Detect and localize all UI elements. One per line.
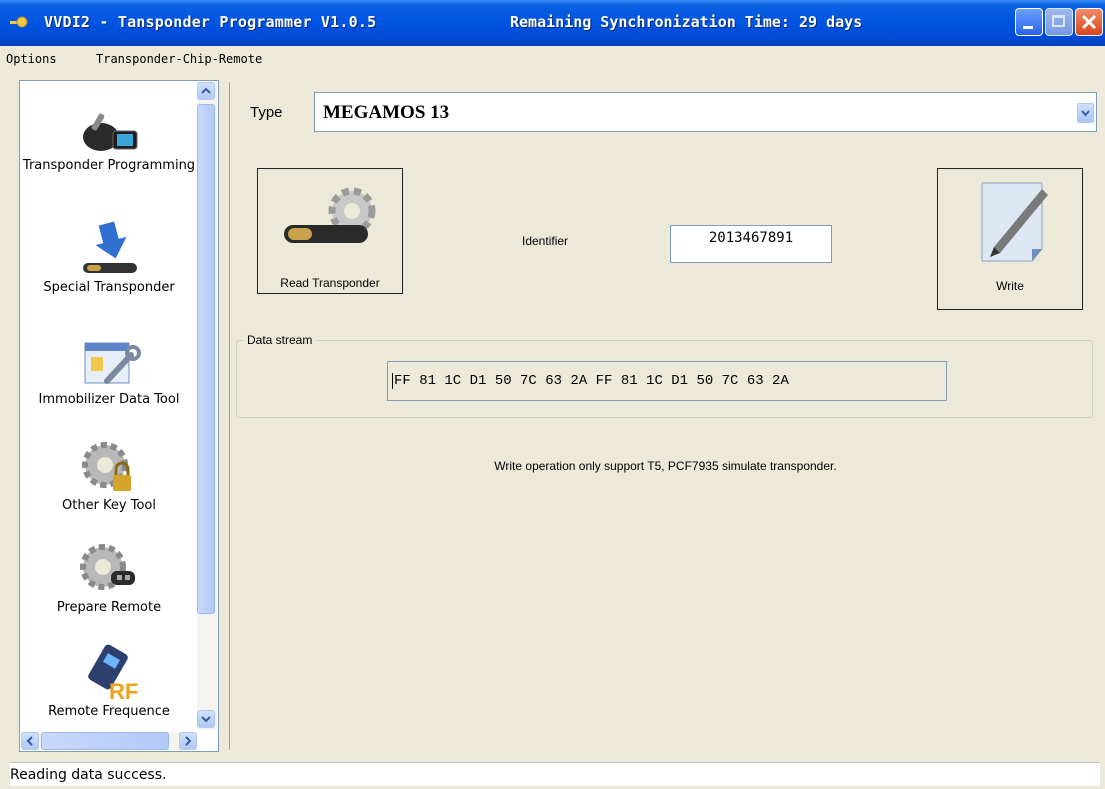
svg-text:RF: RF [109, 679, 138, 703]
chevron-right-icon [185, 736, 192, 746]
key-programmer-icon [83, 113, 138, 151]
sidebar-item-label: Immobilizer Data Tool [38, 392, 180, 407]
sidebar-item-label: Remote Frequence [48, 704, 170, 719]
sidebar-horizontal-scrollbar[interactable] [21, 732, 197, 750]
title-bar[interactable]: VVDI2 - Tansponder Programmer V1.0.5 Rem… [0, 0, 1105, 46]
scroll-thumb[interactable] [197, 104, 215, 614]
pen-paper-icon [981, 182, 1048, 262]
sidebar-item-label: Other Key Tool [62, 498, 156, 513]
maximize-button[interactable] [1045, 8, 1073, 36]
download-arrow-icon [83, 221, 137, 273]
read-transponder-label: Read Transponder [280, 276, 380, 290]
menu-options[interactable]: Options [6, 52, 57, 66]
window-title: VVDI2 - Tansponder Programmer V1.0.5 [44, 13, 377, 31]
data-stream-value: FF 81 1C D1 50 7C 63 2A FF 81 1C D1 50 7… [394, 373, 789, 389]
write-button[interactable]: Write [937, 168, 1083, 310]
status-text: Reading data success. [10, 767, 167, 783]
main-panel: Type MEGAMOS 13 Read Transponder Identif… [229, 82, 1101, 750]
transponder-gear-icon [284, 187, 376, 243]
sidebar-item-other-key-tool[interactable]: Other Key Tool [20, 439, 198, 514]
close-button[interactable] [1075, 8, 1103, 36]
read-transponder-button[interactable]: Read Transponder [257, 168, 403, 294]
scroll-thumb-horizontal[interactable] [41, 732, 169, 750]
chevron-up-icon [201, 87, 211, 94]
menu-transponder-chip-remote[interactable]: Transponder-Chip-Remote [96, 52, 262, 66]
sidebar-item-immobilizer-data-tool[interactable]: Immobilizer Data Tool [20, 333, 198, 408]
scroll-left-button[interactable] [21, 732, 39, 750]
menu-bar: Options Transponder-Chip-Remote [0, 46, 1105, 70]
rf-remote-icon: RF [88, 644, 138, 703]
text-caret [392, 373, 393, 389]
app-icon [10, 16, 28, 28]
data-stream-group: Data stream FF 81 1C D1 50 7C 63 2A FF 8… [236, 333, 1093, 418]
data-stream-field[interactable]: FF 81 1C D1 50 7C 63 2A FF 81 1C D1 50 7… [387, 361, 947, 401]
sidebar-item-prepare-remote[interactable]: Prepare Remote [20, 541, 198, 616]
sidebar-item-label: Special Transponder [43, 280, 175, 295]
dropdown-arrow-button[interactable] [1077, 103, 1094, 123]
gear-lock-icon [82, 442, 131, 491]
write-support-note: Write operation only support T5, PCF7935… [494, 459, 837, 473]
identifier-label: Identifier [522, 234, 569, 248]
gear-remote-icon [80, 544, 135, 590]
chevron-down-icon [1081, 110, 1090, 117]
status-bar: Reading data success. [10, 762, 1100, 786]
type-label: Type [250, 104, 283, 121]
close-icon [1081, 14, 1097, 30]
type-dropdown[interactable]: MEGAMOS 13 [314, 92, 1097, 132]
sidebar-item-label: Prepare Remote [56, 600, 162, 615]
identifier-field[interactable]: 2013467891 [670, 225, 832, 263]
sidebar-item-remote-frequence[interactable]: RF Remote Frequence [20, 641, 198, 720]
sidebar-item-transponder-programming[interactable]: Transponder Programming [20, 109, 198, 174]
app-window: VVDI2 - Tansponder Programmer V1.0.5 Rem… [0, 0, 1105, 789]
sidebar-vertical-scrollbar[interactable] [197, 82, 217, 730]
type-selected-value: MEGAMOS 13 [323, 102, 450, 123]
sidebar-item-label: Transponder Programming [22, 158, 196, 173]
sync-status-text: Remaining Synchronization Time: 29 days [510, 13, 863, 31]
write-label: Write [996, 279, 1024, 293]
scroll-down-button[interactable] [197, 710, 215, 728]
minimize-button[interactable] [1015, 8, 1043, 36]
scroll-right-button[interactable] [179, 732, 197, 750]
chevron-left-icon [26, 736, 33, 746]
sidebar: Transponder Programming Special Transpon… [19, 80, 219, 752]
sidebar-item-special-transponder[interactable]: Special Transponder [20, 219, 198, 296]
data-stream-label: Data stream [243, 333, 317, 347]
chevron-down-icon [201, 716, 211, 723]
scroll-up-button[interactable] [197, 82, 215, 100]
wrench-tool-icon [84, 342, 141, 384]
